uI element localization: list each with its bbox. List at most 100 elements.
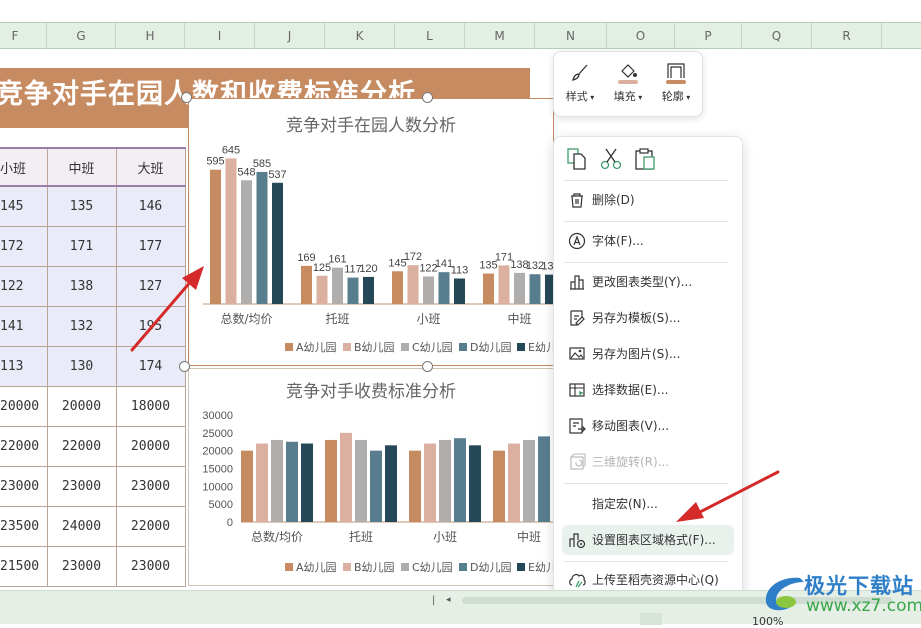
- bar-D幼儿园-中班: [529, 274, 541, 304]
- menu-item-3[interactable]: 另存为模板(S)...: [562, 303, 734, 333]
- table-cell[interactable]: 23000: [0, 465, 48, 507]
- bar-A幼儿园-托班: [301, 265, 312, 304]
- resize-handle[interactable]: [179, 361, 190, 372]
- table-cell[interactable]: 141: [0, 305, 48, 347]
- bar-A幼儿园-中班: [483, 273, 494, 304]
- table-cell[interactable]: 22000: [0, 425, 48, 467]
- column-header-O[interactable]: O: [607, 23, 675, 49]
- outline-button[interactable]: 轮廓 ▾: [654, 58, 698, 114]
- table-cell[interactable]: 22000: [115, 505, 186, 547]
- column-header-H[interactable]: H: [116, 23, 185, 49]
- column-header-G[interactable]: G: [47, 23, 116, 49]
- table-cell[interactable]: 20000: [46, 385, 117, 427]
- table-cell[interactable]: 113: [0, 345, 48, 387]
- column-header-Q[interactable]: Q: [742, 23, 812, 49]
- table-row: 141 132 195: [0, 305, 186, 347]
- table-cell[interactable]: 22000: [46, 425, 117, 467]
- table-cell[interactable]: 127: [115, 265, 186, 307]
- column-header-R[interactable]: R: [812, 23, 882, 49]
- sheet-nav-prev[interactable]: ◂: [446, 595, 451, 605]
- menu-item-5[interactable]: 选择数据(E)...: [562, 375, 734, 405]
- table-cell[interactable]: 21500: [0, 545, 48, 587]
- bar-C幼儿园-中班: [514, 272, 525, 304]
- normal-view-button[interactable]: [640, 613, 662, 625]
- chart-type-icon: [570, 275, 584, 290]
- table-cell[interactable]: 130: [46, 345, 117, 387]
- table-cell[interactable]: 146: [115, 185, 186, 227]
- bar-B幼儿园-小班: [407, 265, 419, 304]
- resize-handle[interactable]: [422, 361, 433, 372]
- table-cell[interactable]: 23000: [115, 465, 186, 507]
- copy-icon[interactable]: [566, 147, 588, 171]
- resize-handle[interactable]: [422, 92, 433, 103]
- fee-chart[interactable]: 竞争对手收费标准分析 0 5000 10000 15000 20000 25000 3000…: [188, 368, 555, 586]
- column-header-K[interactable]: K: [325, 23, 395, 49]
- chart-mini-toolbar: 样式 ▾ 填充 ▾ 轮廓 ▾: [553, 51, 703, 117]
- fill-button[interactable]: 填充 ▾: [606, 58, 650, 114]
- table-cell[interactable]: 23000: [115, 545, 186, 587]
- table-cell[interactable]: 195: [115, 305, 186, 347]
- bar-A幼儿园-小班: [409, 450, 421, 522]
- legend-swatch: [343, 343, 351, 351]
- legend-swatch: [401, 343, 409, 351]
- menu-item-9[interactable]: 设置图表区域格式(F)...: [562, 525, 734, 555]
- table-cell[interactable]: 174: [115, 345, 186, 387]
- table-cell[interactable]: 132: [46, 305, 117, 347]
- bar-B幼儿园-小班: [424, 443, 436, 522]
- column-header-M[interactable]: M: [465, 23, 535, 49]
- table-row: 113 130 174: [0, 345, 186, 387]
- table-cell[interactable]: 177: [115, 225, 186, 267]
- paste-icon[interactable]: [634, 147, 656, 171]
- menu-item-label: 删除(D): [592, 193, 635, 207]
- table-cell[interactable]: 23500: [0, 505, 48, 547]
- menu-item-4[interactable]: 另存为图片(S)...: [562, 339, 734, 369]
- bar-E幼儿园-托班: [363, 276, 374, 304]
- watermark: 极光下载站 www.xz7.com: [760, 568, 921, 620]
- table-cell[interactable]: 23000: [46, 545, 117, 587]
- column-header-F[interactable]: F: [0, 23, 47, 49]
- menu-item-label: 另存为模板(S)...: [592, 311, 681, 325]
- table-cell[interactable]: 中班: [46, 147, 117, 187]
- menu-item-label: 三维旋转(R)...: [592, 455, 670, 469]
- column-header-I[interactable]: I: [185, 23, 255, 49]
- legend-label: E幼儿园: [528, 561, 555, 574]
- style-button[interactable]: 样式 ▾: [558, 58, 602, 114]
- sheet-nav-first[interactable]: |: [432, 595, 435, 606]
- table-cell[interactable]: 20000: [0, 385, 48, 427]
- bar-B幼儿园-托班: [316, 275, 328, 304]
- trash-icon: [571, 193, 583, 208]
- table-cell[interactable]: 小班: [0, 147, 48, 187]
- table-cell[interactable]: 23000: [46, 465, 117, 507]
- table-cell[interactable]: 171: [46, 225, 117, 267]
- select-data-icon: [569, 383, 585, 397]
- outline-label: 轮廓: [661, 90, 684, 103]
- table-cell[interactable]: 18000: [115, 385, 186, 427]
- menu-item-0[interactable]: 删除(D): [562, 185, 734, 215]
- table-cell[interactable]: 24000: [46, 505, 117, 547]
- cut-icon[interactable]: [600, 147, 622, 171]
- table-cell[interactable]: 145: [0, 185, 48, 227]
- menu-item-2[interactable]: 更改图表类型(Y)...: [562, 267, 734, 297]
- bar-B幼儿园-托班: [340, 432, 352, 522]
- table-cell[interactable]: 20000: [115, 425, 186, 467]
- table-cell[interactable]: 大班: [115, 147, 186, 187]
- x-category-label: 总数/均价: [251, 529, 303, 544]
- menu-item-6[interactable]: 移动图表(V)...: [562, 411, 734, 441]
- column-header-P[interactable]: P: [675, 23, 742, 49]
- x-category-label: 小班: [416, 312, 440, 326]
- rotate-3d-icon: [570, 453, 586, 470]
- table-cell[interactable]: 122: [0, 265, 48, 307]
- table-cell[interactable]: 138: [46, 265, 117, 307]
- menu-item-1[interactable]: 字体(F)...: [562, 226, 734, 256]
- y-tick-label: 0: [227, 517, 233, 529]
- menu-item-8[interactable]: 指定宏(N)...: [562, 489, 734, 519]
- enrollment-chart[interactable]: 竞争对手在园人数分析 595 645 548 585 537 总数/均价 169 125 161…: [188, 98, 555, 366]
- bar-B幼儿园-总数/均价: [225, 158, 237, 304]
- column-header-N[interactable]: N: [535, 23, 607, 49]
- column-header-J[interactable]: J: [255, 23, 325, 49]
- table-cell[interactable]: 135: [46, 185, 117, 227]
- table-cell[interactable]: 172: [0, 225, 48, 267]
- resize-handle[interactable]: [181, 92, 192, 103]
- legend-label: B幼儿园: [354, 341, 395, 354]
- column-header-L[interactable]: L: [395, 23, 465, 49]
